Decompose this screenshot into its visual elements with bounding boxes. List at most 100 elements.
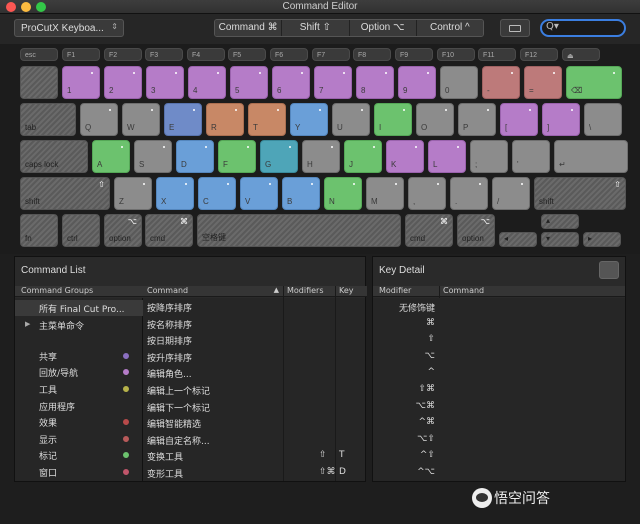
key-symbol[interactable]: ⏏ [562, 48, 600, 61]
key-8[interactable]: 8 [356, 66, 394, 99]
key-fn[interactable]: fn [20, 214, 58, 247]
key-caps-lock[interactable]: caps lock [20, 140, 88, 173]
key-e[interactable]: E [164, 103, 202, 136]
modifier-command-button[interactable]: Command ⌘ [215, 20, 283, 36]
key-3[interactable]: 3 [146, 66, 184, 99]
command-group-item[interactable]: 所有 Final Cut Pro... [15, 300, 143, 316]
key-f11[interactable]: F11 [478, 48, 516, 61]
key-f6[interactable]: F6 [270, 48, 308, 61]
key-detail-row[interactable]: ^ [373, 365, 625, 382]
key-blank[interactable] [20, 66, 58, 99]
key-symbol[interactable]: ▾ [541, 232, 579, 247]
key-detail-row[interactable]: ^⌘ [373, 415, 625, 432]
key-esc[interactable]: esc [20, 48, 58, 61]
key-detail-row[interactable]: ⌥ [373, 349, 625, 366]
command-group-item[interactable]: 标记 [15, 447, 143, 463]
key-symbol[interactable]: ; [470, 140, 508, 173]
key-b[interactable]: B [282, 177, 320, 210]
key-h[interactable]: H [302, 140, 340, 173]
key-j[interactable]: J [344, 140, 382, 173]
key-f10[interactable]: F10 [437, 48, 475, 61]
key-detail-toggle-button[interactable] [599, 261, 619, 279]
key-f8[interactable]: F8 [353, 48, 391, 61]
key-6[interactable]: 6 [272, 66, 310, 99]
key-o[interactable]: O [416, 103, 454, 136]
key-5[interactable]: 5 [230, 66, 268, 99]
command-group-item[interactable]: 窗口 [15, 464, 143, 480]
key-i[interactable]: I [374, 103, 412, 136]
detail-command-column-header[interactable]: Command [439, 286, 625, 297]
key-symbol[interactable]: , [408, 177, 446, 210]
key-0[interactable]: 0 [440, 66, 478, 99]
key-f[interactable]: F [218, 140, 256, 173]
key-symbol[interactable]: / [492, 177, 530, 210]
key-symbol[interactable]: . [450, 177, 488, 210]
command-group-item[interactable]: 共享 [15, 348, 143, 364]
key-f3[interactable]: F3 [145, 48, 183, 61]
key-cmd[interactable]: cmd ⌘ [405, 214, 453, 247]
key-option[interactable]: option ⌥ [104, 214, 142, 247]
preset-popup[interactable]: ProCutX Keyboa... ⇕ [14, 19, 124, 37]
key-2[interactable]: 2 [104, 66, 142, 99]
modifier-control-button[interactable]: Control ^ [416, 20, 483, 36]
key-a[interactable]: A [92, 140, 130, 173]
key-detail-row[interactable]: ⇧ [373, 332, 625, 349]
key-9[interactable]: 9 [398, 66, 436, 99]
key-s[interactable]: S [134, 140, 172, 173]
key--[interactable]: - [482, 66, 520, 99]
key-cmd[interactable]: cmd ⌘ [145, 214, 193, 247]
key-z[interactable]: Z [114, 177, 152, 210]
key-f1[interactable]: F1 [62, 48, 100, 61]
command-row[interactable]: 编辑角色... [143, 365, 365, 382]
command-row[interactable]: 按升序排序 [143, 349, 365, 366]
key-column-header[interactable]: Key [335, 286, 367, 297]
key-q[interactable]: Q [80, 103, 118, 136]
key-f2[interactable]: F2 [104, 48, 142, 61]
command-group-item[interactable]: 效果 [15, 414, 143, 430]
key-n[interactable]: N [324, 177, 362, 210]
key-detail-row[interactable]: ⌘ [373, 316, 625, 333]
command-row[interactable]: 按名称排序 [143, 316, 365, 333]
key-m[interactable]: M [366, 177, 404, 210]
command-column-header[interactable]: Command ▲ [143, 286, 283, 297]
command-row[interactable]: 编辑上一个标记 [143, 382, 365, 399]
command-group-item[interactable]: 应用程序 [15, 398, 143, 414]
groups-header[interactable]: Command Groups [15, 286, 143, 297]
key-t[interactable]: T [248, 103, 286, 136]
modifiers-column-header[interactable]: Modifiers [283, 286, 335, 297]
key-shift[interactable]: shift ⇧ [20, 177, 110, 210]
key-detail-row[interactable]: ^⇧ [373, 448, 625, 465]
key-symbol[interactable]: ⌫ [566, 66, 622, 99]
key-p[interactable]: P [458, 103, 496, 136]
key-shift[interactable]: shift ⇧ [534, 177, 626, 210]
key-f9[interactable]: F9 [395, 48, 433, 61]
key-u[interactable]: U [332, 103, 370, 136]
key-symbol[interactable]: ▴ [541, 214, 579, 229]
key-symbol[interactable]: [ [500, 103, 538, 136]
key-symbol[interactable]: \ [584, 103, 622, 136]
command-group-item[interactable]: 回放/导航 [15, 364, 143, 380]
key-symbol[interactable]: ↵ [554, 140, 628, 173]
key-symbol[interactable]: = [524, 66, 562, 99]
command-row[interactable]: 编辑下一个标记 [143, 399, 365, 416]
key-detail-row[interactable]: ⇧⌘ [373, 382, 625, 399]
key-x[interactable]: X [156, 177, 194, 210]
command-group-item[interactable]: 显示 [15, 431, 143, 447]
key-symbol[interactable]: ' [512, 140, 550, 173]
key-symbol[interactable]: ◂ [499, 232, 537, 247]
key-r[interactable]: R [206, 103, 244, 136]
command-group-item[interactable]: ▶ 主菜单命令 [15, 317, 143, 333]
command-row[interactable]: 按降序排序 [143, 299, 365, 316]
modifier-shift-button[interactable]: Shift ⇧ [282, 20, 350, 36]
key-c[interactable]: C [198, 177, 236, 210]
command-row[interactable]: 变换工具 ⇧ T [143, 448, 365, 465]
key-ctrl[interactable]: ctrl [62, 214, 100, 247]
key-f5[interactable]: F5 [228, 48, 266, 61]
command-row[interactable]: 按日期排序 [143, 332, 365, 349]
key-f12[interactable]: F12 [520, 48, 558, 61]
key-detail-row[interactable]: ⌥⌘ [373, 399, 625, 416]
search-field[interactable]: Q▾ [540, 19, 626, 37]
key-detail-row[interactable]: ⌥⇧ [373, 432, 625, 449]
key-f7[interactable]: F7 [312, 48, 350, 61]
modifier-option-button[interactable]: Option ⌥ [349, 20, 417, 36]
